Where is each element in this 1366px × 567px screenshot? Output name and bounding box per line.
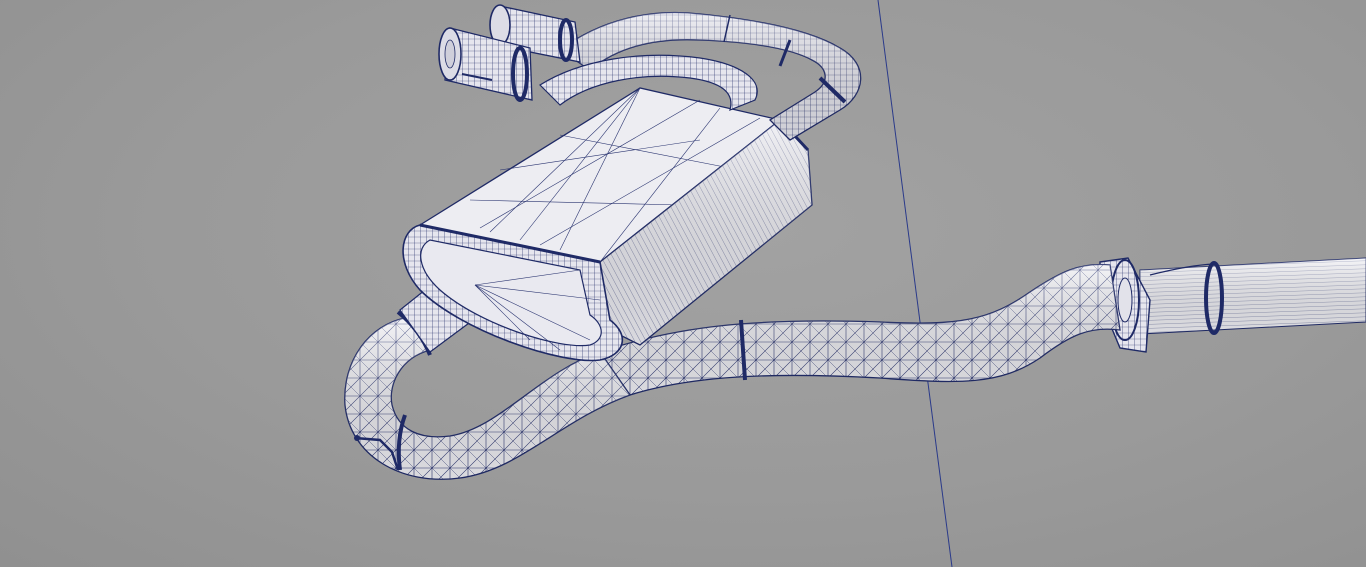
front-pipe (1139, 257, 1366, 335)
exhaust-system-wireframe-model (344, 0, 1366, 567)
guide-line (877, 0, 953, 567)
3d-viewport[interactable] (0, 0, 1366, 567)
muffler (402, 87, 813, 362)
